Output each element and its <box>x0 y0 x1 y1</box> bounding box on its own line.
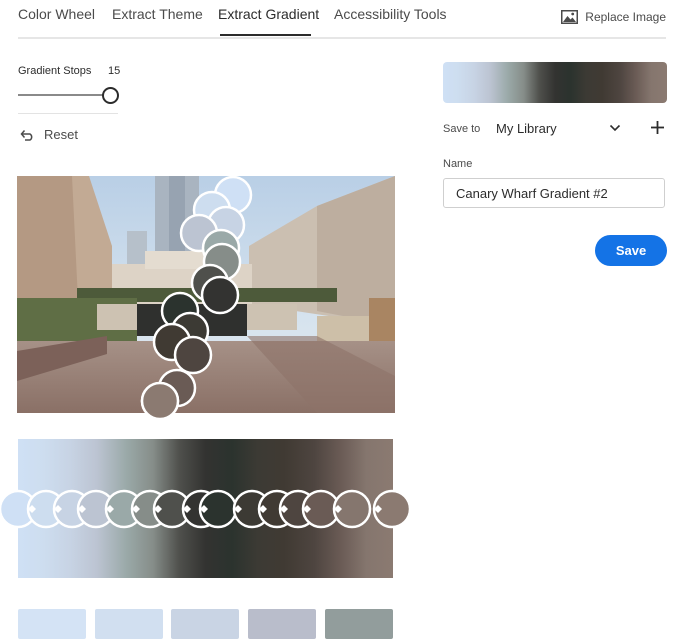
swatch-1[interactable] <box>18 609 86 639</box>
replace-image-button[interactable]: Replace Image <box>561 10 666 24</box>
save-to-label: Save to <box>443 123 481 135</box>
swatch-3[interactable] <box>171 609 239 639</box>
gradient-stops-slider[interactable] <box>18 94 110 96</box>
tab-extract-gradient[interactable]: Extract Gradient <box>218 6 319 22</box>
gradient-stops-value: 15 <box>108 65 121 77</box>
undo-icon <box>20 129 33 141</box>
active-tab-indicator <box>220 34 311 36</box>
gradient-stops-label: Gradient Stops <box>18 65 92 77</box>
gradient-preview <box>443 62 667 103</box>
add-library-icon[interactable] <box>650 120 665 135</box>
reset-button[interactable]: Reset <box>20 127 78 142</box>
replace-image-label: Replace Image <box>585 10 666 24</box>
gradient-strip[interactable] <box>18 439 393 578</box>
tab-bar: Color Wheel Extract Theme Extract Gradie… <box>18 0 666 39</box>
swatch-5[interactable] <box>325 609 393 639</box>
swatch-4[interactable] <box>248 609 316 639</box>
tab-extract-theme[interactable]: Extract Theme <box>112 6 203 22</box>
image-icon <box>561 10 579 24</box>
divider <box>18 113 118 114</box>
tab-color-wheel[interactable]: Color Wheel <box>18 6 95 22</box>
gradient-name-input[interactable] <box>443 178 665 208</box>
chevron-down-icon[interactable] <box>608 121 622 135</box>
source-photo <box>17 176 395 413</box>
name-label: Name <box>443 158 473 170</box>
reset-label: Reset <box>44 127 78 142</box>
library-select[interactable]: My Library <box>496 121 557 136</box>
slider-thumb[interactable] <box>102 87 119 104</box>
save-button[interactable]: Save <box>595 235 667 266</box>
tab-accessibility-tools[interactable]: Accessibility Tools <box>334 6 447 22</box>
swatch-2[interactable] <box>95 609 163 639</box>
